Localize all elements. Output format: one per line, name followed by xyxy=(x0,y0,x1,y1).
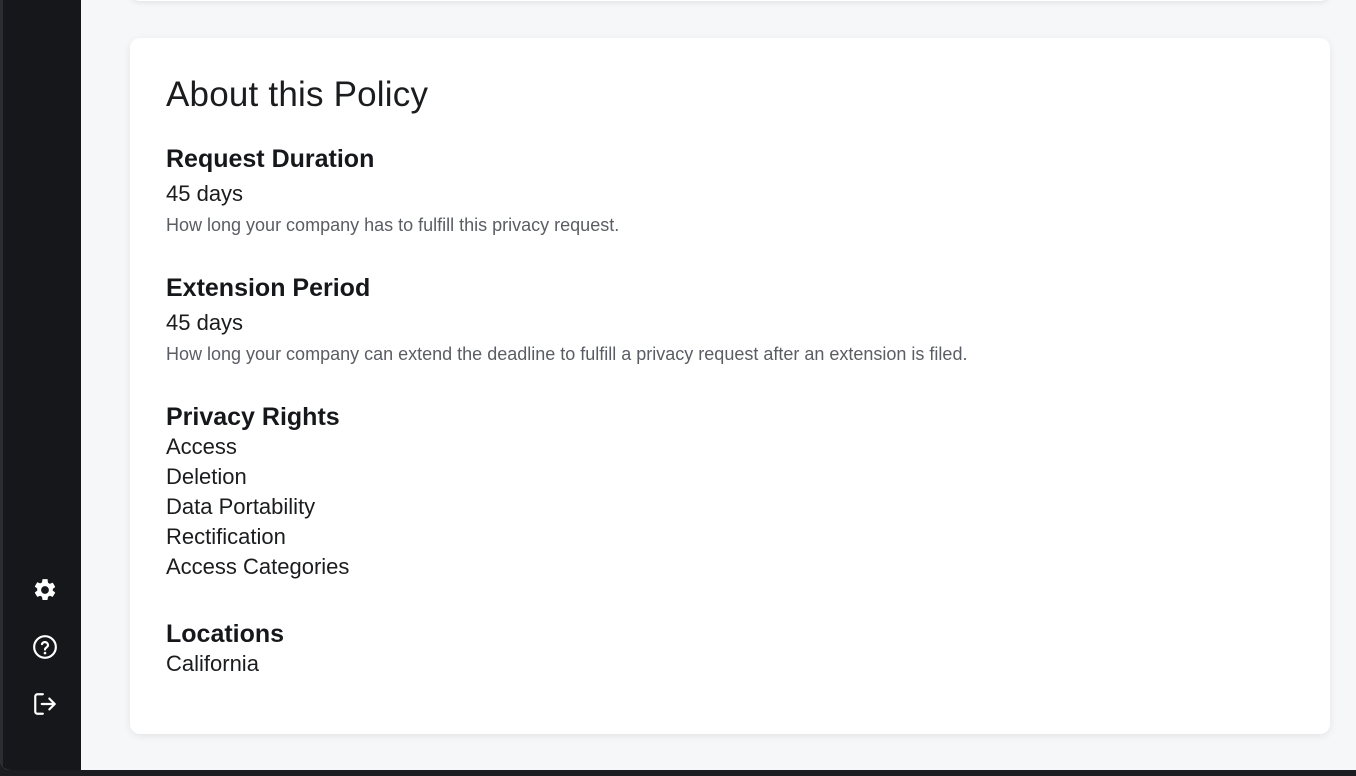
extension-period-heading: Extension Period xyxy=(166,274,371,302)
request-duration-value: 45 days xyxy=(166,181,244,206)
extension-period-help: How long your company can extend the dea… xyxy=(166,344,968,364)
extension-period-section: Extension Period 45 days How long your c… xyxy=(166,273,1294,368)
request-duration-section: Request Duration 45 days How long your c… xyxy=(166,144,1294,239)
privacy-right-item: Deletion xyxy=(166,464,247,489)
main-content: About this Policy Request Duration 45 da… xyxy=(81,0,1356,770)
settings-icon[interactable] xyxy=(30,575,60,605)
window-bottom-edge xyxy=(0,770,1356,776)
location-item: California xyxy=(166,651,259,676)
privacy-rights-section: Privacy Rights Access Deletion Data Port… xyxy=(166,402,1294,582)
policy-card: About this Policy Request Duration 45 da… xyxy=(130,38,1330,734)
privacy-right-item: Access Categories xyxy=(166,554,350,579)
app-frame: About this Policy Request Duration 45 da… xyxy=(0,0,1356,770)
locations-list: California xyxy=(166,649,1294,679)
policy-title: About this Policy xyxy=(166,75,429,114)
request-duration-help: How long your company has to fulfill thi… xyxy=(166,215,620,235)
privacy-right-item: Access xyxy=(166,434,237,459)
privacy-rights-heading: Privacy Rights xyxy=(166,403,340,431)
privacy-rights-list: Access Deletion Data Portability Rectifi… xyxy=(166,432,1294,582)
logout-icon[interactable] xyxy=(30,689,60,719)
extension-period-value: 45 days xyxy=(166,310,244,335)
help-icon[interactable] xyxy=(30,632,60,662)
previous-card xyxy=(130,0,1330,1)
privacy-right-item: Rectification xyxy=(166,524,286,549)
locations-section: Locations California xyxy=(166,619,1294,679)
privacy-right-item: Data Portability xyxy=(166,494,316,519)
sidebar xyxy=(0,0,81,770)
request-duration-heading: Request Duration xyxy=(166,145,375,173)
locations-heading: Locations xyxy=(166,620,285,648)
